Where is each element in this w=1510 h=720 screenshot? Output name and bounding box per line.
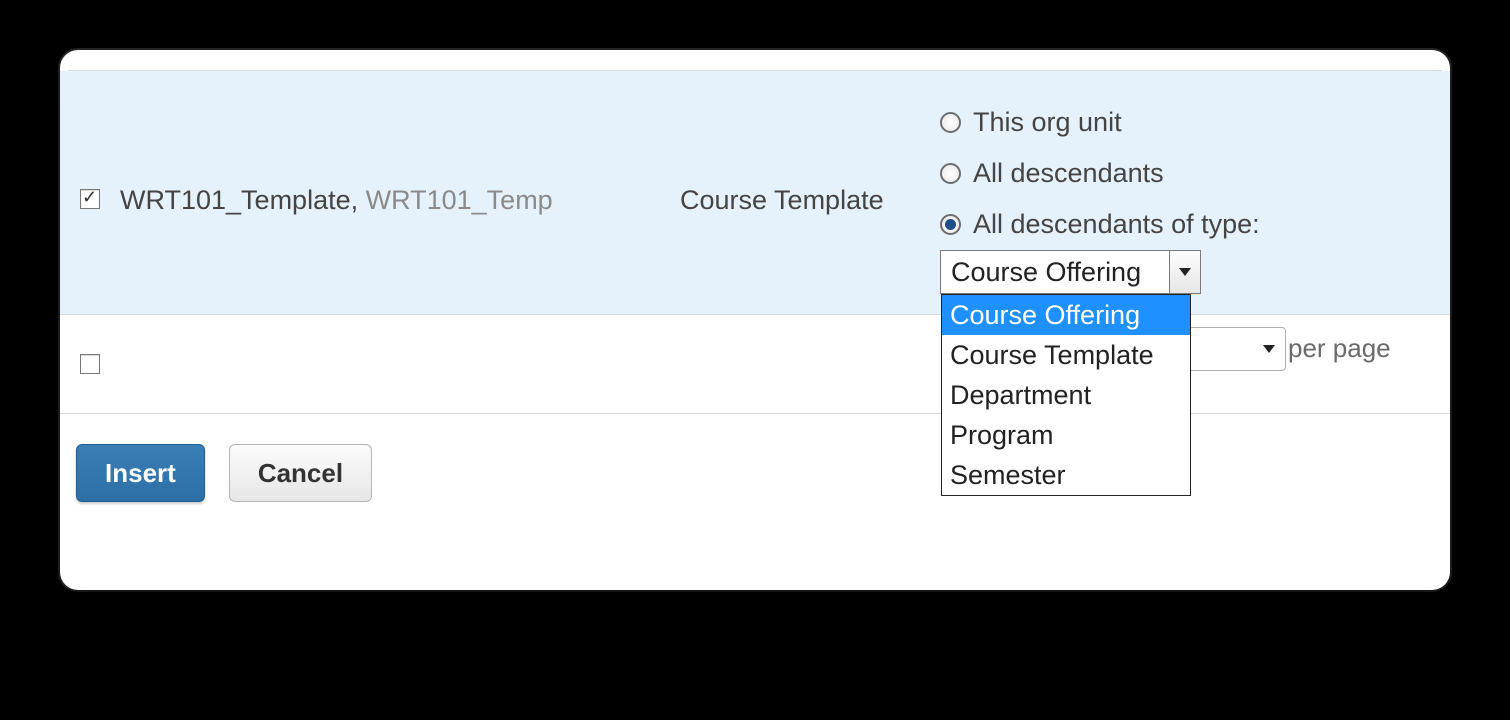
radio-icon [940,112,961,133]
org-unit-name: WRT101_Template [120,185,351,215]
scope-label: All descendants [973,158,1164,189]
descendant-type-select[interactable]: Course Offering Course Offering Course T… [940,250,1201,294]
cancel-button[interactable]: Cancel [229,444,372,502]
scope-label: All descendants of type: [973,209,1260,240]
pager-row: per page [60,315,1450,414]
comma: , [351,185,366,215]
radio-icon [940,163,961,184]
org-unit-type: Course Template [680,91,940,216]
scope-option-all-descendants-of-type[interactable]: All descendants of type: [940,199,1450,250]
chevron-down-icon [1179,268,1191,276]
select-toggle[interactable] [1169,251,1200,293]
dropdown-option[interactable]: Semester [942,455,1190,495]
dropdown-option[interactable]: Program [942,415,1190,455]
scope-label: This org unit [973,107,1122,138]
select-all-checkbox[interactable] [80,354,100,374]
per-page-label: per page [1288,333,1391,364]
dropdown-option[interactable]: Course Template [942,335,1190,375]
dropdown-option[interactable]: Course Offering [942,295,1190,335]
scope-option-all-descendants[interactable]: All descendants [940,148,1450,199]
org-unit-row: WRT101_Template, WRT101_Temp Course Temp… [60,71,1450,315]
scope-option-this-org-unit[interactable]: This org unit [940,97,1450,148]
scope-options: This org unit All descendants All descen… [940,91,1450,294]
dialog-frame: WRT101_Template, WRT101_Temp Course Temp… [60,50,1450,590]
insert-button[interactable]: Insert [76,444,205,502]
descendant-type-dropdown: Course Offering Course Template Departme… [941,294,1191,496]
dropdown-option[interactable]: Department [942,375,1190,415]
radio-icon [940,214,961,235]
row-checkbox[interactable] [80,189,100,209]
chevron-down-icon [1263,345,1275,353]
dialog-footer: Insert Cancel [60,414,1450,502]
org-unit-code: WRT101_Temp [366,185,553,215]
org-unit-name-cell: WRT101_Template, WRT101_Temp [100,91,680,216]
select-value: Course Offering [941,251,1169,293]
